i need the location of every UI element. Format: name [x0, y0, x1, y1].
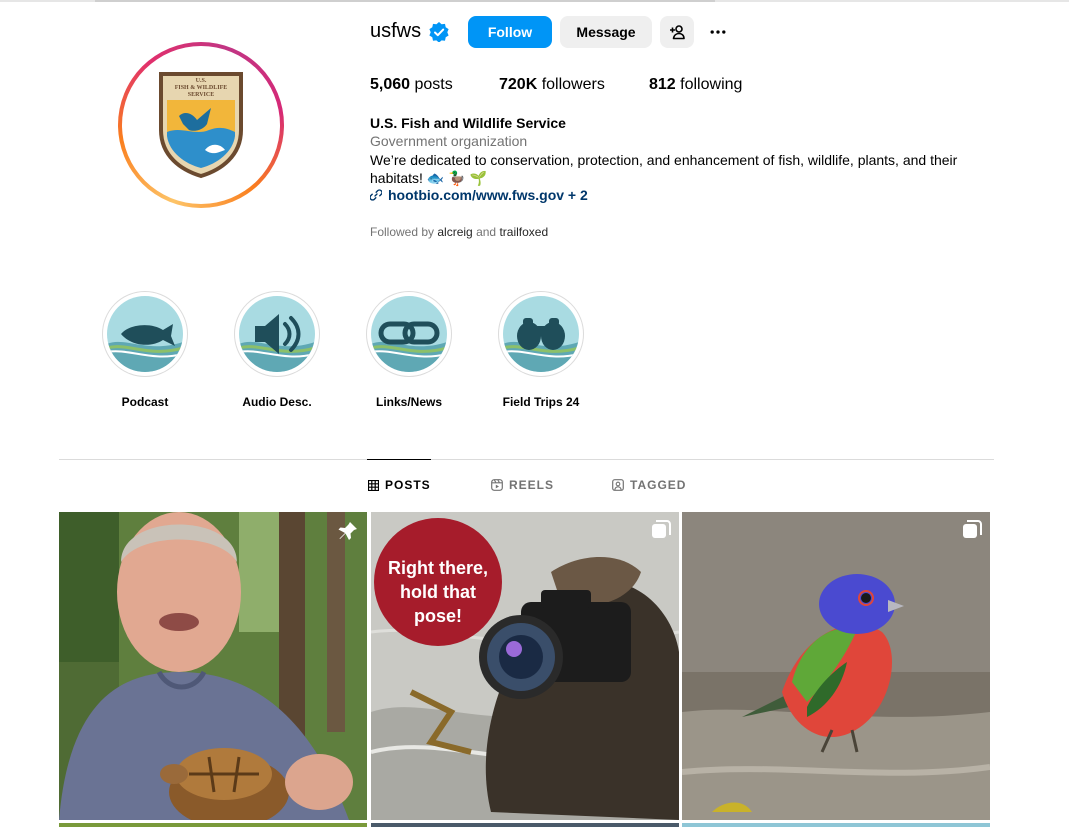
tab-posts-label: POSTS — [385, 478, 431, 492]
highlight-links-news[interactable]: Links/News — [365, 291, 453, 409]
svg-text:SERVICE: SERVICE — [188, 92, 214, 98]
highlight-label: Links/News — [375, 395, 443, 409]
followers-count[interactable]: 720K followers — [499, 76, 605, 94]
followed-by-conjunction: and — [476, 225, 497, 239]
post-thumbnail-row2-partial[interactable] — [371, 823, 679, 827]
post-image-otter-camera: Right there, hold that pose! — [371, 512, 679, 820]
reels-icon — [491, 479, 503, 491]
more-options-icon — [710, 30, 726, 34]
profile-avatar[interactable]: U.S. FISH & WILDLIFE SERVICE — [118, 42, 284, 208]
post-thumbnail-row2-partial[interactable] — [682, 823, 990, 827]
add-user-icon — [670, 25, 685, 40]
post-thumbnail-2[interactable]: Right there, hold that pose! — [371, 512, 679, 820]
link-chain-icon — [370, 189, 382, 201]
following-count-label: following — [680, 76, 743, 93]
tab-reels-label: REELS — [509, 478, 555, 492]
top-edge-segment — [95, 0, 715, 2]
post-thumbnail-3[interactable] — [682, 512, 990, 820]
active-tab-indicator — [367, 459, 431, 460]
verified-badge-icon — [429, 22, 449, 42]
post-caption-line: Right there, — [388, 558, 488, 578]
browser-top-edge — [0, 0, 1069, 2]
pin-icon — [338, 522, 357, 540]
tab-posts[interactable]: POSTS — [368, 478, 431, 492]
highlight-label: Field Trips 24 — [502, 395, 580, 409]
highlight-audio-desc[interactable]: Audio Desc. — [233, 291, 321, 409]
posts-count-value: 5,060 — [370, 76, 411, 93]
highlight-label: Audio Desc. — [242, 395, 312, 409]
profile-bio: We’re dedicated to conservation, protect… — [370, 152, 958, 186]
tab-tagged-label: TAGGED — [630, 478, 687, 492]
binoculars-icon — [503, 296, 579, 372]
carousel-icon — [652, 520, 671, 538]
highlight-ring — [498, 291, 584, 377]
highlight-podcast[interactable]: Podcast — [101, 291, 189, 409]
followed-by-user[interactable]: alcreig — [437, 225, 472, 239]
highlight-ring — [234, 291, 320, 377]
speaker-icon — [239, 296, 315, 372]
followers-count-value: 720K — [499, 76, 538, 93]
highlight-ring — [366, 291, 452, 377]
posts-count: 5,060 posts — [370, 76, 453, 94]
more-options-button[interactable] — [704, 16, 732, 48]
followed-by[interactable]: Followed by alcreig and trailfoxed — [370, 225, 548, 239]
profile-full-name: U.S. Fish and Wildlife Service — [370, 115, 566, 131]
highlight-field-trips[interactable]: Field Trips 24 — [497, 291, 585, 409]
bio-link[interactable]: hootbio.com/www.fws.gov + 2 — [370, 187, 588, 203]
followed-by-prefix: Followed by — [370, 225, 435, 239]
bio-link-text: hootbio.com/www.fws.gov + 2 — [388, 187, 588, 203]
carousel-icon — [963, 520, 982, 538]
tabs-divider — [59, 459, 994, 460]
tab-reels[interactable]: REELS — [491, 478, 554, 492]
fish-icon — [107, 296, 183, 372]
followed-by-user[interactable]: trailfoxed — [499, 225, 548, 239]
tagged-icon — [612, 479, 624, 491]
profile-username: usfws — [370, 20, 422, 42]
post-caption-line: pose! — [414, 606, 462, 626]
post-thumbnail-row2-partial[interactable] — [59, 823, 367, 827]
link-icon — [371, 296, 447, 372]
post-caption-line: hold that — [400, 582, 476, 602]
svg-text:U.S.: U.S. — [196, 78, 207, 84]
following-count[interactable]: 812 following — [649, 76, 742, 94]
profile-category: Government organization — [370, 133, 528, 149]
post-thumbnail-1[interactable] — [59, 512, 367, 820]
followers-count-label: followers — [541, 76, 605, 93]
highlight-label: Podcast — [121, 395, 169, 409]
posts-count-label: posts — [414, 76, 453, 93]
message-button[interactable]: Message — [560, 16, 652, 48]
post-image-man-turtle — [59, 512, 367, 820]
following-count-value: 812 — [649, 76, 676, 93]
grid-icon — [368, 479, 379, 491]
svg-text:FISH & WILDLIFE: FISH & WILDLIFE — [175, 85, 228, 91]
avatar-inner: U.S. FISH & WILDLIFE SERVICE — [122, 46, 280, 204]
post-image-painted-bunting — [682, 512, 990, 820]
highlight-ring — [102, 291, 188, 377]
suggested-users-button[interactable] — [660, 16, 694, 48]
follow-button[interactable]: Follow — [468, 16, 552, 48]
usfws-logo: U.S. FISH & WILDLIFE SERVICE — [159, 72, 243, 179]
tab-tagged[interactable]: TAGGED — [612, 478, 686, 492]
